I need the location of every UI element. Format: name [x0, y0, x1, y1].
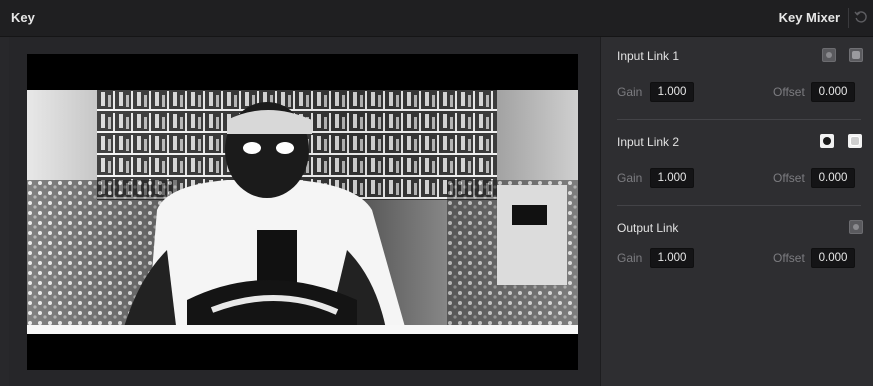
gain-label: Gain: [617, 85, 643, 99]
video-preview[interactable]: [27, 54, 578, 370]
offset-input-2[interactable]: 0.000: [811, 168, 855, 188]
key-matte-image: [27, 90, 578, 334]
offset-input-3[interactable]: 0.000: [811, 248, 855, 268]
section-divider: [617, 205, 861, 206]
square-icon[interactable]: [849, 48, 863, 62]
offset-label: Offset: [773, 85, 805, 99]
reset-icon[interactable]: [854, 10, 868, 24]
title-bar: Key Key Mixer: [0, 0, 873, 37]
viewer-area: [9, 37, 600, 386]
key-window: Key Key Mixer Input Link 1 Gain 1.000 Of…: [0, 0, 873, 386]
circle-mask-icon[interactable]: [849, 220, 863, 234]
gain-label: Gain: [617, 251, 643, 265]
offset-input-1[interactable]: 0.000: [811, 82, 855, 102]
output-link-title: Output Link: [617, 221, 679, 235]
input-link-2-title: Input Link 2: [617, 135, 680, 149]
offset-label: Offset: [773, 251, 805, 265]
panel-title: Key Mixer: [778, 10, 840, 25]
circle-mask-icon[interactable]: [820, 134, 834, 148]
key-mixer-panel: Input Link 1 Gain 1.000 Offset 0.000 Inp…: [600, 37, 873, 386]
window-title: Key: [11, 10, 35, 25]
title-divider: [848, 8, 849, 28]
gain-input-1[interactable]: 1.000: [650, 82, 694, 102]
gain-label: Gain: [617, 171, 643, 185]
square-icon[interactable]: [848, 134, 862, 148]
gain-input-2[interactable]: 1.000: [650, 168, 694, 188]
gain-input-3[interactable]: 1.000: [650, 248, 694, 268]
input-link-1-title: Input Link 1: [617, 49, 680, 63]
circle-mask-icon[interactable]: [822, 48, 836, 62]
section-divider: [617, 119, 861, 120]
offset-label: Offset: [773, 171, 805, 185]
